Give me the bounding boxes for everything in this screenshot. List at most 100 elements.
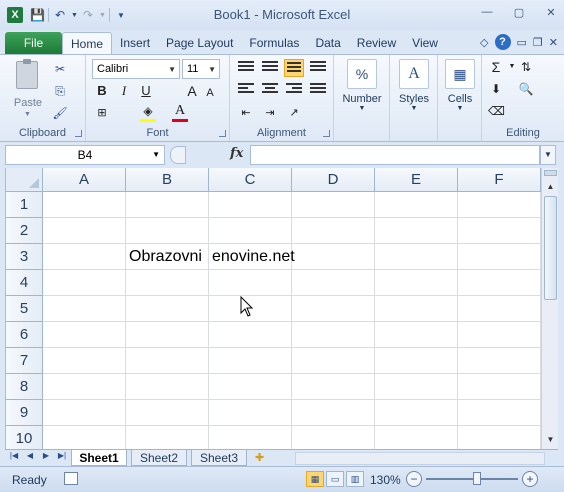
decrease-indent-icon[interactable]: ⇤ [238, 105, 254, 121]
name-box[interactable]: B4 ▼ [5, 145, 165, 165]
row-header-6[interactable]: 6 [6, 322, 43, 348]
clipboard-launcher-icon[interactable] [75, 130, 82, 137]
minimize-ribbon-icon[interactable]: ◇ [480, 36, 488, 49]
font-launcher-icon[interactable] [219, 130, 226, 137]
row-header-7[interactable]: 7 [6, 348, 43, 374]
column-header-d[interactable]: D [292, 168, 375, 192]
row-header-8[interactable]: 8 [6, 374, 43, 400]
insert-function-icon[interactable]: fx [230, 146, 243, 161]
top-align-icon[interactable] [238, 61, 254, 75]
zoom-out-icon[interactable]: − [406, 471, 422, 487]
format-painter-icon[interactable]: 🖌 [52, 105, 68, 121]
tab-home[interactable]: Home [62, 32, 113, 54]
row-header-4[interactable]: 4 [6, 270, 43, 296]
middle-align-icon[interactable] [262, 61, 278, 75]
tab-sheet3[interactable]: Sheet3 [191, 450, 247, 466]
font-size-select[interactable]: 11 ▼ [182, 59, 220, 79]
zoom-slider-thumb[interactable] [472, 472, 481, 485]
page-break-view-icon[interactable]: ▥ [346, 471, 364, 487]
increase-indent-icon[interactable]: ⇥ [262, 105, 278, 121]
clear-icon[interactable]: ⌫ [488, 103, 505, 119]
borders-icon[interactable]: ⊞ [94, 105, 110, 121]
formula-input[interactable] [250, 145, 540, 165]
column-header-c[interactable]: C [209, 168, 292, 192]
zoom-in-icon[interactable]: + [522, 471, 538, 487]
bottom-align-icon[interactable] [284, 59, 304, 77]
font-name-select[interactable]: Calibri ▼ [92, 59, 180, 79]
copy-icon[interactable]: ⎘ [52, 83, 68, 99]
cut-icon[interactable]: ✂ [52, 61, 68, 77]
row-header-3[interactable]: 3 [6, 244, 43, 270]
minimize-icon[interactable]: — [480, 6, 494, 19]
align-right-icon[interactable] [286, 83, 302, 97]
first-sheet-icon[interactable]: |◀ [7, 451, 21, 460]
vertical-scrollbar[interactable]: ▲ ▼ [541, 168, 558, 449]
grow-font-button[interactable]: A [184, 83, 200, 99]
cell-b3[interactable]: Obrazovni [129, 248, 202, 266]
horizontal-scrollbar[interactable] [295, 452, 545, 465]
tab-sheet1[interactable]: Sheet1 [71, 450, 127, 466]
fill-icon[interactable]: ⬇ [488, 81, 504, 97]
column-header-f[interactable]: F [458, 168, 541, 192]
font-color-button[interactable]: A [172, 103, 188, 119]
shrink-font-button[interactable]: A [202, 85, 218, 101]
tab-formulas[interactable]: Formulas [241, 32, 307, 54]
row-header-2[interactable]: 2 [6, 218, 43, 244]
wrap-text-icon[interactable] [310, 61, 326, 75]
close-icon[interactable]: ✕ [544, 6, 558, 19]
insert-sheet-icon[interactable]: ✚ [255, 451, 264, 464]
number-button[interactable]: % Number ▼ [342, 59, 382, 121]
orientation-icon[interactable]: ↗ [286, 105, 302, 121]
fill-color-icon[interactable]: ◈ [140, 103, 156, 119]
row-header-5[interactable]: 5 [6, 296, 43, 322]
cell-c3[interactable]: enovine.net [212, 248, 295, 266]
chevron-down-icon[interactable]: ▼ [152, 146, 160, 164]
tab-insert[interactable]: Insert [112, 32, 158, 54]
paste-button[interactable]: Paste ▼ [8, 59, 48, 118]
tab-review[interactable]: Review [349, 32, 404, 54]
find-select-icon[interactable]: 🔍 [518, 81, 534, 97]
align-center-icon[interactable] [262, 83, 278, 97]
alignment-launcher-icon[interactable] [323, 130, 330, 137]
restore-window-icon[interactable]: ▭ [517, 36, 527, 49]
next-sheet-icon[interactable]: ▶ [39, 451, 53, 460]
zoom-level[interactable]: 130% [370, 473, 401, 487]
tab-view[interactable]: View [404, 32, 446, 54]
tab-sheet2[interactable]: Sheet2 [131, 450, 187, 466]
prev-sheet-icon[interactable]: ◀ [23, 451, 37, 460]
merge-center-icon[interactable] [310, 83, 326, 97]
tab-page-layout[interactable]: Page Layout [158, 32, 241, 54]
row-header-9[interactable]: 9 [6, 400, 43, 426]
sort-filter-icon[interactable]: ⇅ [518, 59, 534, 75]
close-workbook-icon[interactable]: ✕ [549, 36, 558, 49]
underline-button[interactable]: U [138, 83, 154, 99]
column-header-a[interactable]: A [43, 168, 126, 192]
select-all-button[interactable] [6, 168, 43, 192]
styles-button[interactable]: A Styles ▼ [394, 59, 434, 121]
column-header-e[interactable]: E [375, 168, 458, 192]
split-box[interactable] [544, 170, 557, 176]
maximize-icon[interactable]: ▢ [512, 6, 526, 19]
column-header-b[interactable]: B [126, 168, 209, 192]
worksheet-grid[interactable]: A B C D E F 1 2 3 4 5 6 7 8 9 10 Obrazovni enovine.net [5, 168, 541, 449]
scroll-up-icon[interactable]: ▲ [543, 179, 558, 194]
help-icon[interactable]: ? [494, 34, 511, 50]
cells-button[interactable]: ▦ Cells ▼ [440, 59, 480, 121]
row-header-1[interactable]: 1 [6, 192, 43, 218]
row-header-10[interactable]: 10 [6, 426, 43, 449]
macro-record-icon[interactable] [64, 472, 78, 485]
restore-icon[interactable]: ❐ [533, 36, 543, 49]
last-sheet-icon[interactable]: ▶| [55, 451, 69, 460]
tab-file[interactable]: File [5, 32, 62, 54]
paste-dropdown-icon[interactable]: ▼ [24, 111, 31, 118]
autosum-button[interactable]: Σ [488, 59, 504, 75]
bold-button[interactable]: B [94, 83, 110, 99]
scroll-down-icon[interactable]: ▼ [543, 432, 558, 447]
expand-formula-icon[interactable]: ▼ [540, 145, 556, 165]
scroll-thumb[interactable] [544, 196, 557, 300]
page-layout-view-icon[interactable]: ▭ [326, 471, 344, 487]
normal-view-icon[interactable]: ▦ [306, 471, 324, 487]
italic-button[interactable]: I [116, 83, 132, 99]
tab-data[interactable]: Data [307, 32, 348, 54]
align-left-icon[interactable] [238, 83, 254, 97]
